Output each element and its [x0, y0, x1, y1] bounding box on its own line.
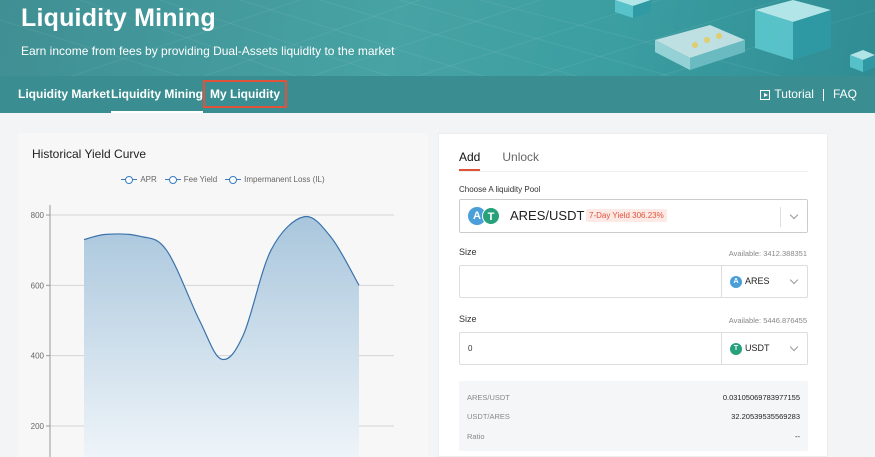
- nav-liquidity-market[interactable]: Liquidity Market: [18, 76, 110, 113]
- info-label: USDT/ARES: [467, 412, 510, 421]
- help-links: Tutorial FAQ: [760, 76, 857, 113]
- legend-label: Impermanent Loss (IL): [244, 175, 325, 184]
- ares-token-select[interactable]: A ARES: [721, 266, 807, 297]
- size-label-usdt: Size: [459, 314, 477, 324]
- usdt-token-select[interactable]: T USDT: [721, 333, 807, 364]
- legend-apr[interactable]: APR: [121, 175, 157, 184]
- divider: [822, 88, 824, 101]
- apr-area: [84, 216, 359, 457]
- chart-legend: APR Fee Yield Impermanent Loss (IL): [18, 175, 428, 184]
- info-value: 0.03105069783977155: [722, 393, 800, 402]
- tabs-divider: [459, 171, 808, 172]
- y-tick-label: 400: [31, 352, 45, 361]
- price-info-box: ARES/USDT 0.03105069783977155 USDT/ARES …: [459, 381, 808, 451]
- info-value: 32.20539535569283: [731, 412, 800, 421]
- usdt-coin-icon: T: [730, 343, 742, 355]
- tab-unlock[interactable]: Unlock: [502, 150, 539, 170]
- info-value: --: [795, 432, 800, 441]
- liquidity-form-card: Add Unlock Choose A liquidity Pool A T A…: [438, 133, 828, 457]
- tutorial-link[interactable]: Tutorial: [774, 76, 814, 113]
- token-name: USDT: [745, 343, 770, 353]
- token-name: ARES: [745, 276, 770, 286]
- chart-title: Historical Yield Curve: [32, 147, 147, 161]
- info-row: USDT/ARES 32.20539535569283: [467, 412, 800, 421]
- legend-impermanent-loss[interactable]: Impermanent Loss (IL): [225, 175, 325, 184]
- legend-fee-yield[interactable]: Fee Yield: [164, 175, 218, 184]
- yield-badge: 7-Day Yield 306.23%: [586, 209, 667, 222]
- legend-label: Fee Yield: [183, 175, 218, 184]
- info-label: ARES/USDT: [467, 393, 510, 402]
- legend-marker-icon: [225, 175, 242, 184]
- chevron-down-icon: [789, 275, 799, 285]
- info-label: Ratio: [467, 432, 485, 441]
- ares-coin-icon: A: [730, 276, 742, 288]
- play-icon: [760, 89, 771, 100]
- y-tick-label: 600: [31, 281, 45, 290]
- page-title: Liquidity Mining: [21, 4, 216, 32]
- page-subtitle: Earn income from fees by providing Dual-…: [21, 44, 395, 58]
- size-label-ares: Size: [459, 247, 477, 257]
- info-row: Ratio --: [467, 432, 800, 441]
- pool-select[interactable]: A T ARES/USDT 7-Day Yield 306.23%: [459, 199, 808, 233]
- nav-my-liquidity[interactable]: My Liquidity: [203, 80, 287, 108]
- divider: [780, 207, 781, 227]
- yield-chart-card: 200 400 600 800 Historical Yield Curve APR …: [18, 133, 428, 457]
- y-tick-label: 200: [31, 422, 45, 431]
- form-tabs: Add Unlock: [459, 150, 539, 171]
- legend-marker-icon: [121, 175, 138, 184]
- legend-marker-icon: [164, 175, 181, 184]
- info-row: ARES/USDT 0.03105069783977155: [467, 393, 800, 402]
- pool-label: Choose A liquidity Pool: [459, 185, 541, 194]
- top-nav: Liquidity Market Liquidity Mining My Liq…: [0, 76, 875, 113]
- usdt-amount-value: 0: [468, 344, 473, 353]
- legend-label: APR: [140, 175, 157, 184]
- usdt-amount-input[interactable]: 0 T USDT: [459, 332, 808, 365]
- nav-liquidity-mining[interactable]: Liquidity Mining: [111, 76, 203, 113]
- chevron-down-icon: [789, 210, 799, 220]
- usdt-coin-icon: T: [482, 207, 500, 225]
- available-ares: Available: 3412.388351: [728, 249, 807, 258]
- isometric-cube-illustration: [615, 0, 875, 72]
- pool-name: ARES/USDT: [510, 208, 585, 223]
- faq-link[interactable]: FAQ: [833, 76, 857, 113]
- ares-amount-input[interactable]: A ARES: [459, 265, 808, 298]
- available-usdt: Available: 5446.876455: [728, 316, 807, 325]
- chevron-down-icon: [789, 342, 799, 352]
- tab-add[interactable]: Add: [459, 150, 481, 171]
- y-tick-label: 800: [31, 211, 45, 220]
